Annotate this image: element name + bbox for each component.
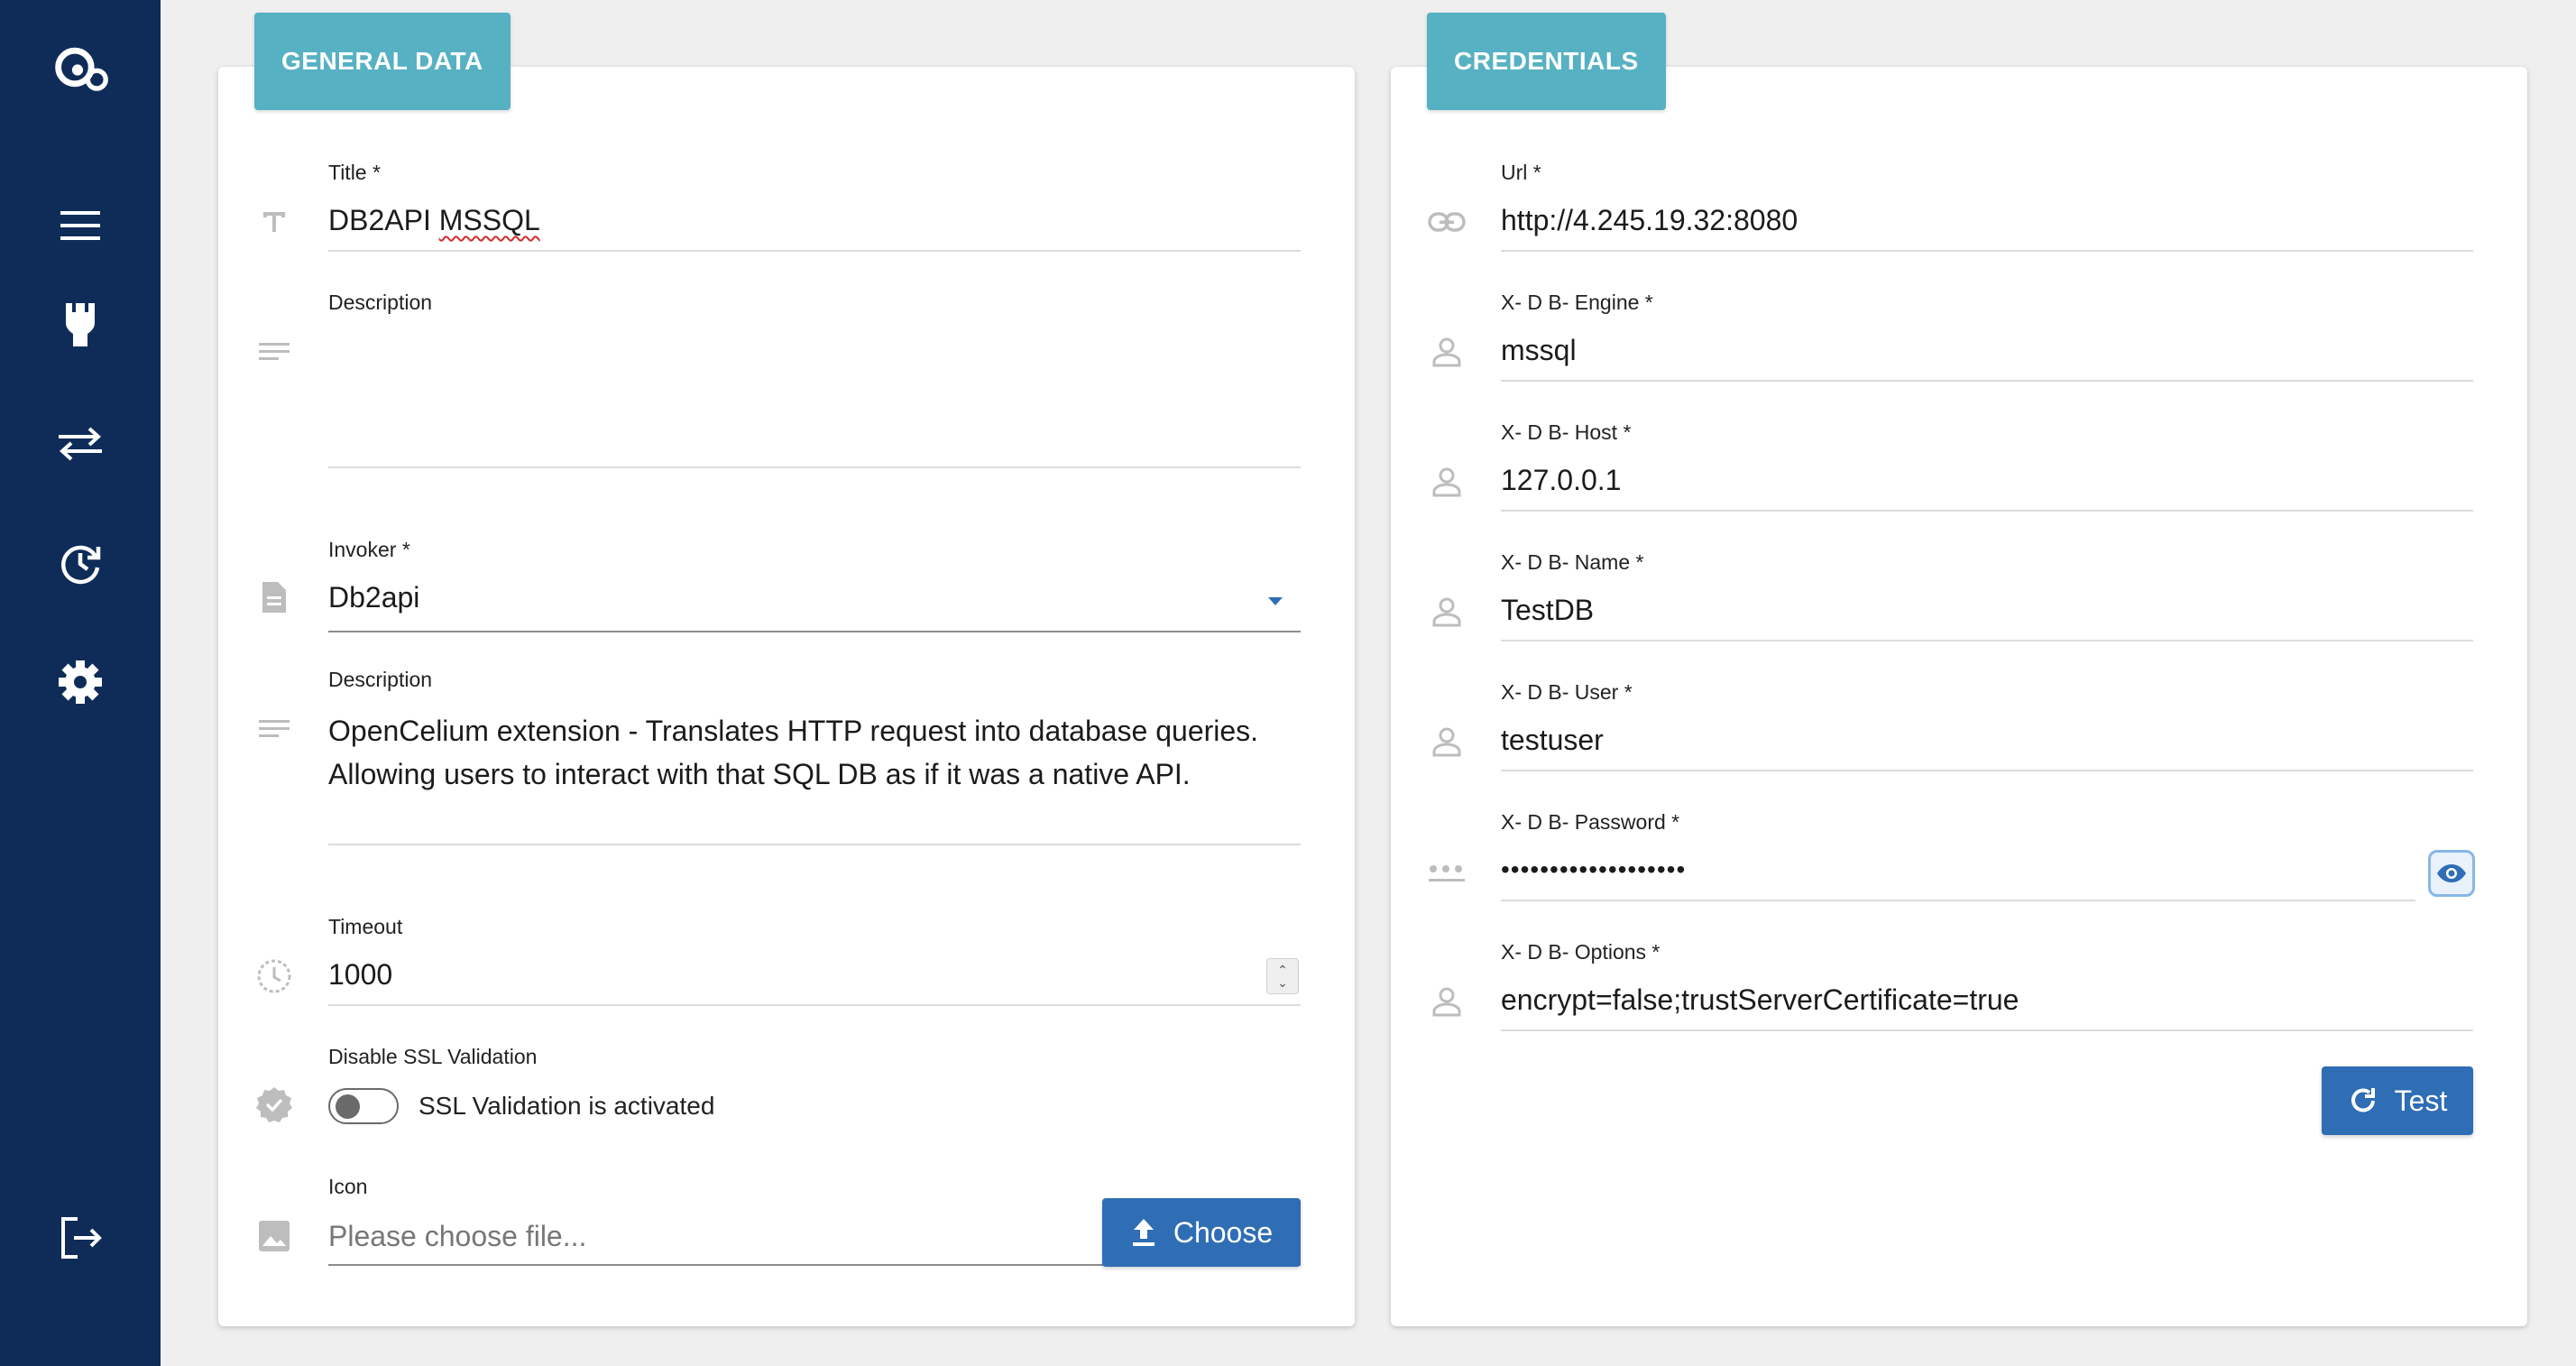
choose-button-label: Choose [1173,1215,1274,1249]
person-icon [1427,592,1467,632]
person-icon [1427,462,1467,502]
sidebar [0,0,161,1366]
db-name-label: X- D B- Name * [1501,550,1644,574]
user-underline [1501,770,2473,771]
upload-icon [1132,1219,1155,1246]
test-button-label: Test [2394,1084,2448,1117]
options-label: X- D B- Options * [1501,940,1661,964]
show-password-button[interactable] [2428,850,2475,897]
dropdown-arrow-icon[interactable] [1268,597,1283,605]
transfer-icon[interactable] [51,415,109,473]
text-icon [254,202,294,242]
general-data-tab: GENERAL DATA [254,13,511,110]
document-icon [254,577,294,617]
link-icon [1427,202,1467,242]
refresh-icon [2351,1088,2375,1112]
history-icon[interactable] [51,534,109,592]
settings-icon[interactable] [51,653,109,711]
credentials-tab: CREDENTIALS [1427,13,1666,110]
connector-icon[interactable] [51,296,109,354]
host-label: X- D B- Host * [1501,420,1632,444]
options-input[interactable]: encrypt=false;trustServerCertificate=tru… [1501,983,2019,1017]
ssl-label: Disable SSL Validation [328,1045,538,1068]
db-name-underline [1501,640,2473,641]
icon-label: Icon [328,1175,368,1198]
icon-file-input[interactable]: Please choose file... [328,1220,586,1253]
notes-icon [254,709,294,749]
engine-underline [1501,380,2473,382]
image-icon [254,1216,294,1256]
invoker-select[interactable]: Db2api [328,581,419,614]
timeout-input[interactable]: 1000 [328,958,392,992]
title-input[interactable]: DB2API MSSQL [328,204,540,237]
invoker-underline [328,631,1301,632]
choose-file-button[interactable]: Choose [1102,1198,1301,1267]
credentials-panel: CREDENTIALS Url * http://4.245.19.32:808… [1391,13,2527,1326]
url-label: Url * [1501,161,1541,184]
title-label: Title * [328,161,381,184]
logout-icon[interactable] [51,1209,109,1267]
general-data-panel: GENERAL DATA Title * DB2API MSSQL Descri… [218,13,1355,1326]
eye-icon [2437,864,2466,882]
invoker-description-label: Description [328,668,433,691]
password-icon [1427,854,1467,893]
person-icon [1427,982,1467,1021]
timeout-underline [328,1004,1301,1006]
password-label: X- D B- Password * [1501,810,1680,834]
timeout-spinner[interactable]: ⌃ ⌄ [1266,958,1299,994]
user-label: X- D B- User * [1501,680,1633,704]
invoker-description-underline [328,844,1301,845]
invoker-label: Invoker * [328,538,410,561]
notes-icon [254,332,294,372]
invoker-description-text: OpenCelium extension - Translates HTTP r… [328,715,1259,790]
toggle-knob [336,1094,360,1119]
title-underline [328,250,1301,252]
description-underline [328,466,1301,468]
host-input[interactable]: 127.0.0.1 [1501,464,1621,497]
ssl-toggle[interactable] [328,1088,399,1124]
ssl-toggle-label: SSL Validation is activated [419,1092,715,1120]
menu-icon[interactable] [51,197,109,254]
person-icon [1427,332,1467,372]
options-underline [1501,1029,2473,1031]
timeout-label: Timeout [328,915,403,938]
person-icon [1427,722,1467,761]
url-input[interactable]: http://4.245.19.32:8080 [1501,204,1798,237]
engine-label: X- D B- Engine * [1501,291,1653,314]
password-underline [1501,900,2415,901]
engine-input[interactable]: mssql [1501,334,1577,367]
description-label: Description [328,291,433,314]
test-button[interactable]: Test [2322,1066,2473,1135]
host-underline [1501,510,2473,512]
logo-icon[interactable] [51,40,109,97]
password-input[interactable]: ••••••••••••••••••• [1501,855,1686,884]
user-input[interactable]: testuser [1501,724,1604,757]
url-underline [1501,250,2473,252]
db-name-input[interactable]: TestDB [1501,594,1594,627]
clock-icon [254,956,294,996]
verified-badge-icon [254,1084,294,1124]
